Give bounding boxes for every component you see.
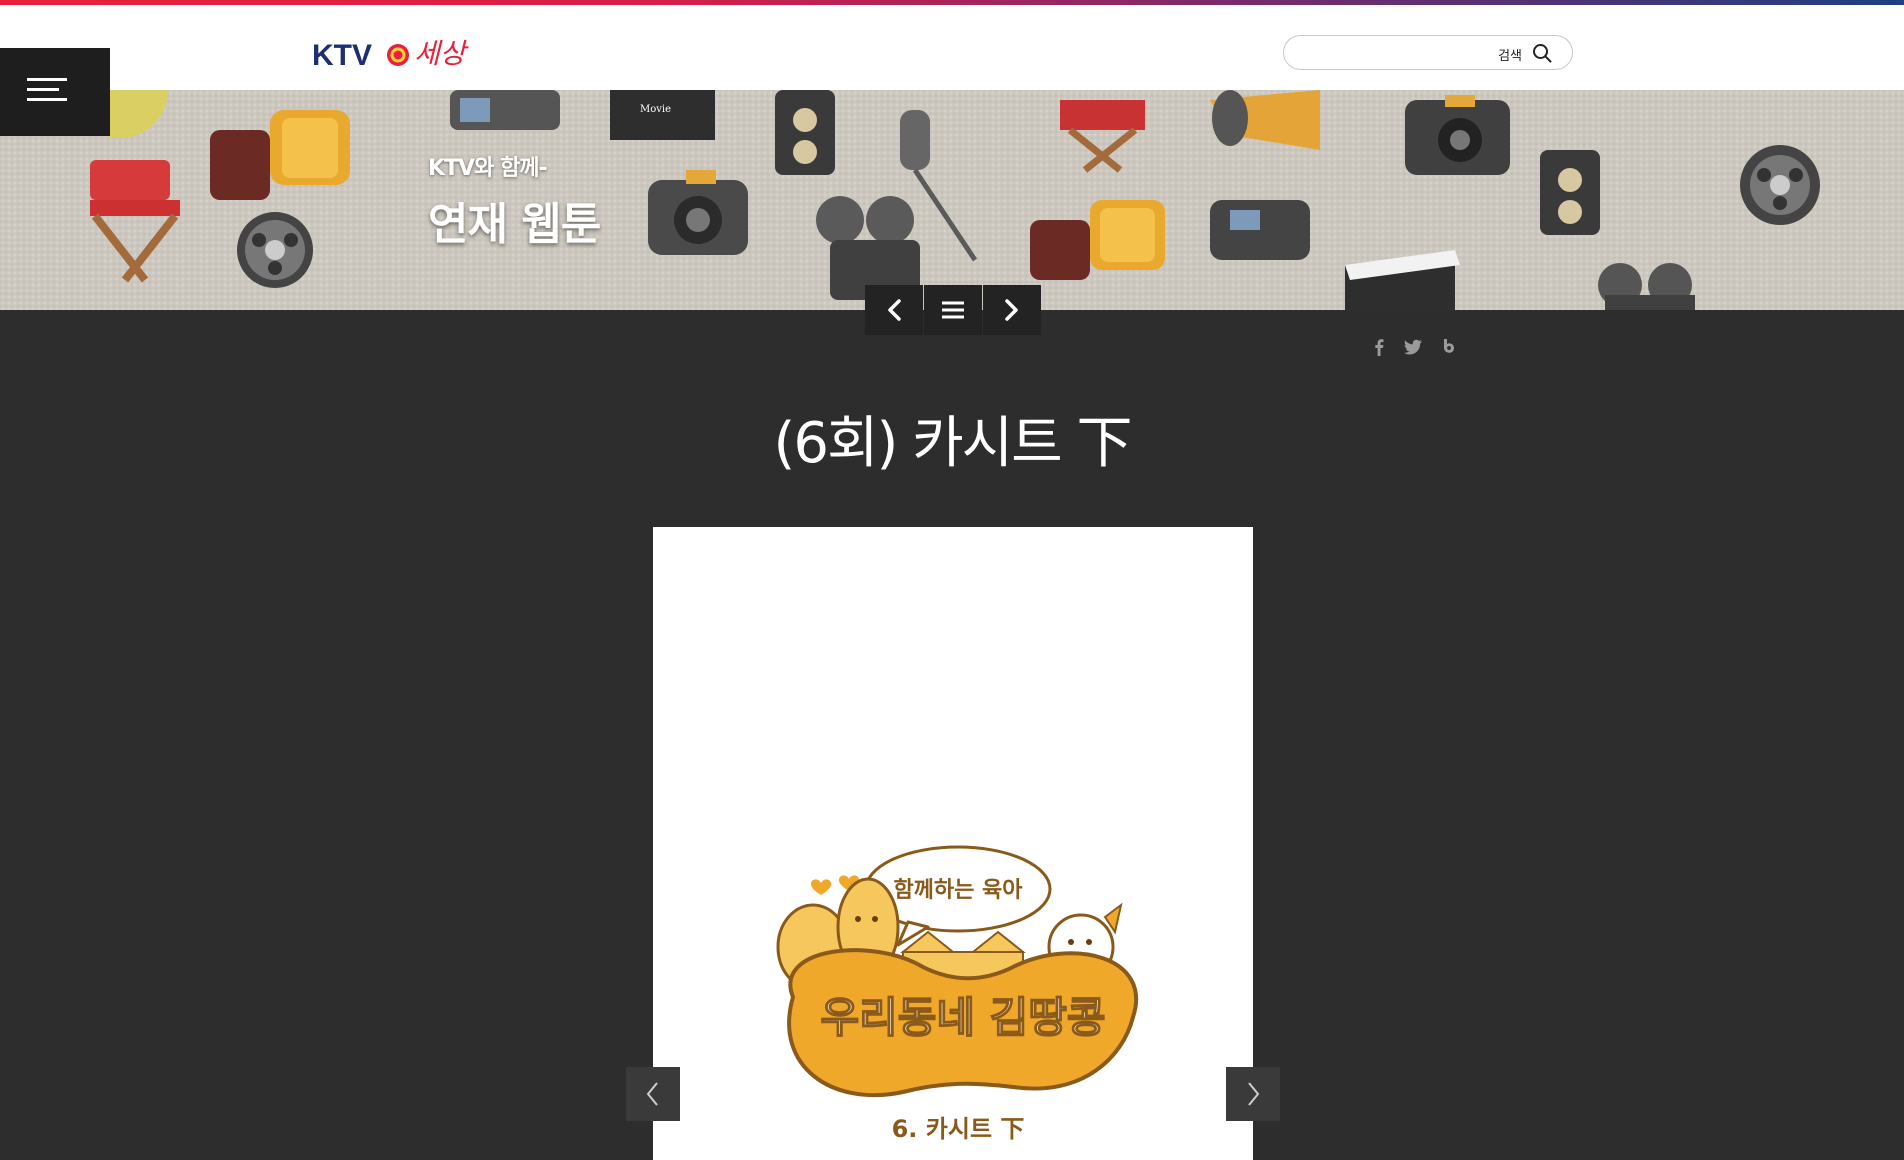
post-list-button[interactable]	[924, 285, 982, 335]
menu-bar-icon	[27, 88, 59, 91]
movie-props-illustration: Movie	[72, 90, 1820, 310]
site-header: KTV 세상 검색	[0, 5, 1904, 90]
post-title: (6회) 카시트 下	[773, 411, 1132, 476]
chevron-left-icon	[888, 299, 901, 321]
site-logo[interactable]: KTV 세상	[312, 33, 482, 77]
previous-post-button[interactable]	[865, 285, 923, 335]
comic-series-title: 우리동네 김땅콩	[820, 993, 1105, 1042]
next-post-button[interactable]	[983, 285, 1041, 335]
banner-subtitle: KTV와 함께-	[428, 156, 548, 181]
logo-text: KTV	[312, 39, 372, 72]
comic-bubble-text: 함께하는 육아	[893, 878, 1023, 903]
twitter-icon	[1403, 339, 1422, 355]
webtoon-banner: Movie KTV와 함께- 연재 웹툰	[0, 90, 1904, 310]
menu-bar-icon	[27, 78, 67, 81]
logo-script: 세상	[414, 37, 469, 70]
chevron-left-icon	[646, 1082, 658, 1106]
chevron-right-icon	[1248, 1082, 1260, 1106]
search-icon[interactable]	[1532, 43, 1552, 63]
comic-next-slide-button[interactable]	[1226, 1067, 1280, 1121]
list-icon	[942, 301, 964, 319]
banner-title: 연재 웹툰	[428, 199, 601, 250]
facebook-share-button[interactable]	[1368, 336, 1390, 358]
search-input[interactable]	[1298, 42, 1492, 66]
svg-text:Movie: Movie	[640, 104, 671, 115]
menu-bar-icon	[27, 98, 67, 101]
search-box: 검색	[1283, 35, 1573, 70]
twitter-share-button[interactable]	[1402, 336, 1424, 358]
comic-episode-label: 6. 카시트 下	[892, 1115, 1025, 1143]
webtoon-cover-illustration: 함께하는 육아 우리동네 김땅콩 6. 카시트 下	[776, 845, 1138, 1143]
post-navigation	[865, 285, 1041, 335]
facebook-icon	[1375, 339, 1384, 356]
blog-icon	[1444, 339, 1454, 353]
webtoon-image: 함께하는 육아 우리동네 김땅콩 6. 카시트 下	[653, 527, 1253, 1160]
chevron-right-icon	[1005, 299, 1018, 321]
search-button-label[interactable]: 검색	[1498, 45, 1522, 64]
hamburger-menu-button[interactable]	[0, 48, 110, 136]
comic-previous-slide-button[interactable]	[626, 1067, 680, 1121]
blog-share-button[interactable]	[1438, 336, 1460, 358]
